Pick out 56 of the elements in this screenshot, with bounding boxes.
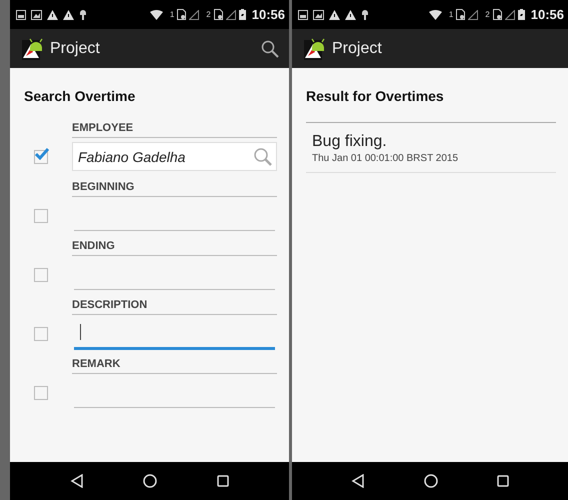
recent-apps-icon[interactable] [496,475,509,487]
sim-card-icon [214,9,223,20]
sim-number: 2 [206,10,211,19]
wifi-icon [150,10,163,20]
text-cursor [80,324,81,340]
back-icon[interactable] [70,474,84,488]
result-title: Bug fixing. [312,133,388,151]
warning-icon [345,10,356,20]
battery-icon [238,9,246,20]
android-icon [79,9,87,20]
gallery-icon [313,10,324,20]
sim-number: 1 [448,10,454,19]
image-icon [298,10,308,20]
android-icon [361,9,369,20]
signal-icon [468,10,478,20]
wifi-icon [428,10,442,20]
warning-icon [47,10,58,20]
clock-time: 10:56 [530,7,564,22]
home-icon[interactable] [424,474,438,488]
battery-icon [518,9,525,20]
result-date: Thu Jan 01 00:01:00 BRST 2015 [312,153,460,164]
sim-number: 1 [170,10,174,19]
checkbox[interactable] [34,326,48,340]
field-label: REMARK [72,358,277,374]
result-item[interactable]: Bug fixing. Thu Jan 01 00:01:00 BRST 2015 [306,129,556,173]
sim-card-icon [177,9,186,20]
warning-icon [63,10,74,20]
back-icon[interactable] [351,474,366,488]
clock-time: 10:56 [252,7,285,22]
field-label: EMPLOYEE [72,122,277,138]
app-logo-icon [304,38,326,60]
results-heading: Result for Overtimes [306,88,445,104]
signal-icon [226,10,236,20]
checkbox[interactable] [34,208,48,222]
sim-card-icon [456,9,466,20]
checkbox[interactable] [34,268,48,282]
home-icon[interactable] [143,474,158,488]
search-icon[interactable] [261,40,279,58]
field-label: DESCRIPTION [72,299,277,315]
form-heading: Search Overtime [24,88,136,104]
app-logo-icon [22,38,44,60]
sim-card-icon [492,9,502,20]
checkbox[interactable] [34,150,48,164]
sim-number: 2 [485,10,490,19]
image-icon [16,10,26,20]
app-title: Project [50,40,101,58]
app-title: Project [332,40,383,58]
signal-icon [189,10,200,20]
signal-icon [504,10,515,20]
warning-icon [329,10,340,20]
field-label: BEGINNING [72,181,277,197]
field-label: ENDING [72,240,277,256]
recent-apps-icon[interactable] [217,475,230,487]
gallery-icon [31,10,42,20]
checkbox[interactable] [34,386,48,400]
employee-field[interactable]: Fabiano Gadelha [72,142,277,171]
